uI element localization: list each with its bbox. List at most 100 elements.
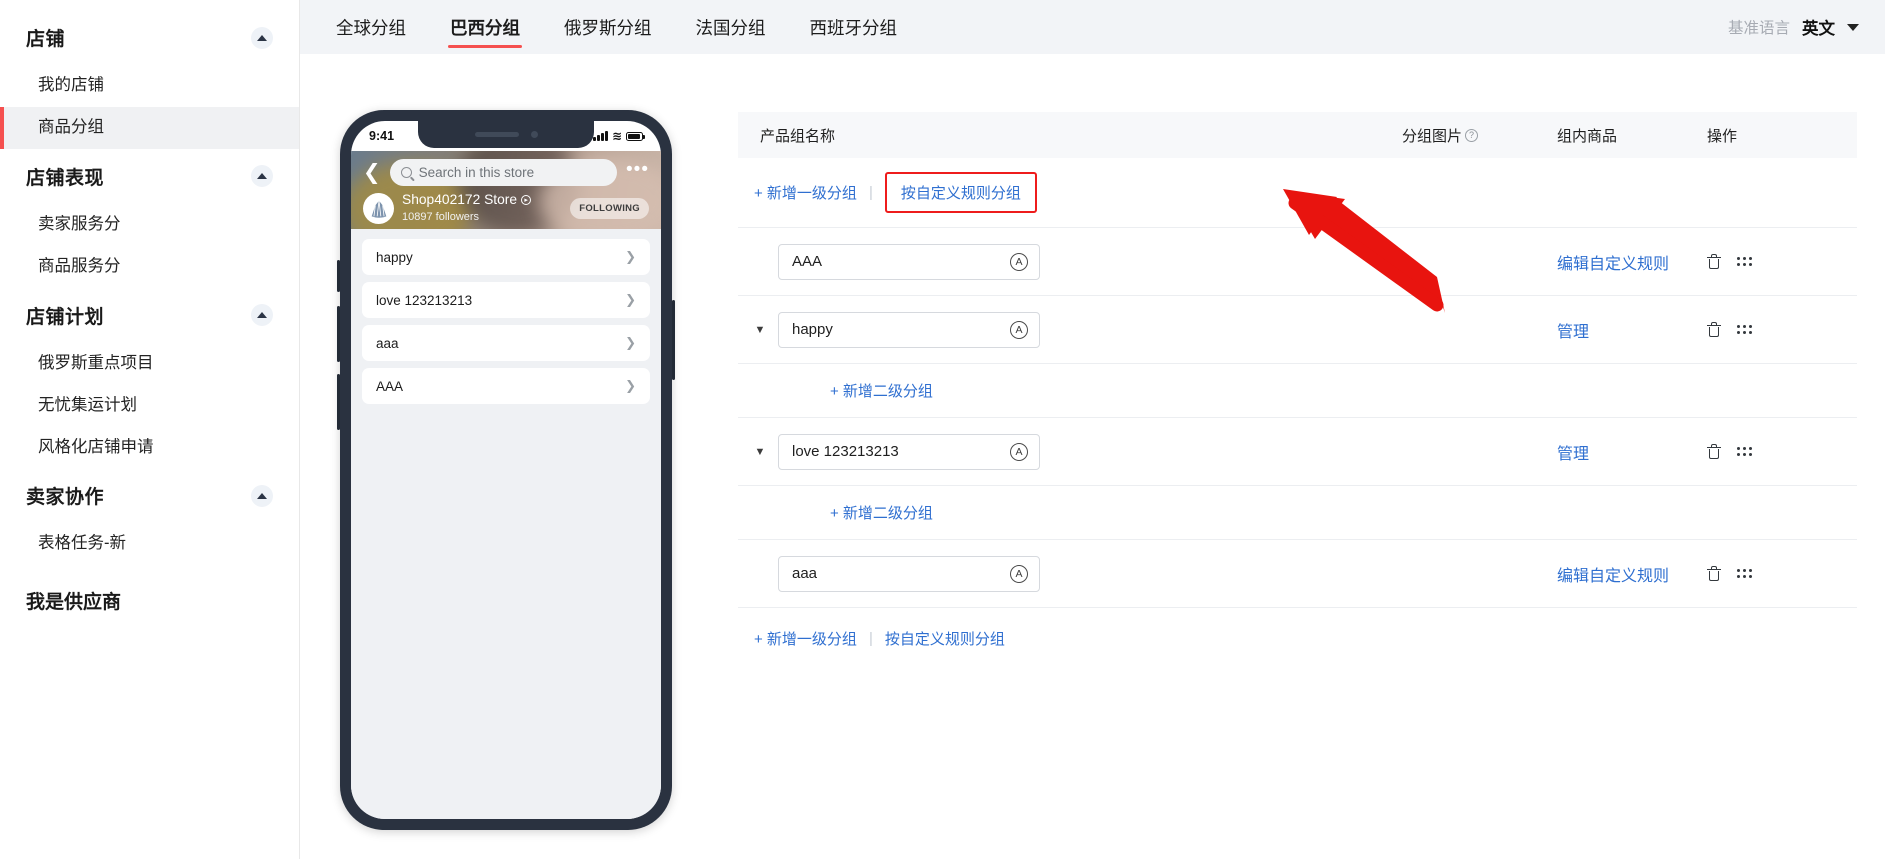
sub-add-row: + 新增二级分组 [738, 363, 1857, 417]
more-dots-icon[interactable]: ••• [626, 160, 649, 180]
group-name-input[interactable]: love 123213213 A [778, 433, 1040, 470]
custom-rule-group-link-top[interactable]: 按自定义规则分组 [901, 185, 1021, 202]
caret-up-icon[interactable] [251, 304, 273, 327]
language-selector[interactable]: 基准语言 英文 [1728, 15, 1859, 39]
sidebar-group-header[interactable]: 店铺 [0, 10, 299, 65]
add-level1-group-link-top[interactable]: + 新增一级分组 [754, 182, 857, 203]
tab-global[interactable]: 全球分组 [314, 0, 428, 54]
drag-handle-icon[interactable] [1737, 447, 1752, 456]
row-name-cell: ▼ happy A [738, 311, 1402, 348]
tab-spain[interactable]: 西班牙分组 [788, 0, 920, 54]
content-area: 9:41 ≋ ❮ Search in this store ••• Shop40… [300, 54, 1885, 859]
list-item[interactable]: aaa ❯ [362, 325, 650, 361]
question-mark-icon[interactable]: ? [1465, 128, 1479, 142]
camera-icon [530, 131, 538, 138]
list-item[interactable]: AAA ❯ [362, 368, 650, 404]
store-followers: 10897 followers [402, 211, 480, 223]
info-icon[interactable]: ▸ [521, 194, 532, 205]
translate-badge-icon[interactable]: A [1010, 442, 1028, 461]
group-name-value: happy [792, 321, 833, 338]
sidebar-item-form-task-new[interactable]: 表格任务-新 [0, 523, 299, 565]
sub-add-row: + 新增二级分组 [738, 485, 1857, 539]
store-meta: Shop402172 Store ▸ 10897 followers [402, 192, 562, 225]
custom-rule-group-highlight-box: 按自定义规则分组 [884, 172, 1037, 213]
drag-handle-icon[interactable] [1737, 325, 1752, 334]
list-item[interactable]: love 123213213 ❯ [362, 282, 650, 318]
sidebar-group-title: 卖家协作 [26, 487, 105, 509]
expand-toggle[interactable]: ▼ [750, 324, 770, 336]
column-header-image: 分组图片 ? [1402, 125, 1557, 146]
store-identity-row: Shop402172 Store ▸ 10897 followers FOLLO… [351, 186, 661, 225]
sidebar-item-product-group[interactable]: 商品分组 [0, 106, 299, 149]
store-name-row: Shop402172 Store ▸ [402, 192, 562, 207]
back-chevron-icon[interactable]: ❮ [363, 162, 381, 183]
sidebar-item-russia-project[interactable]: 俄罗斯重点项目 [0, 343, 299, 385]
group-name-input[interactable]: happy A [778, 311, 1040, 348]
sidebar-item-product-score[interactable]: 商品服务分 [0, 246, 299, 288]
wifi-icon: ≋ [611, 129, 622, 143]
drag-handle-icon[interactable] [1737, 257, 1752, 266]
row-ops-cell [1707, 322, 1857, 337]
row-action-link[interactable]: 编辑自定义规则 [1557, 568, 1669, 585]
phone-preview-column: 9:41 ≋ ❮ Search in this store ••• Shop40… [300, 54, 700, 859]
product-group-table: 产品组名称 分组图片 ? 组内商品 操作 + 新增一级分组 | 按自定义规则分组 [700, 54, 1885, 859]
sidebar-group-collaboration: 卖家协作 表格任务-新 [0, 468, 299, 565]
translate-badge-icon[interactable]: A [1010, 320, 1028, 339]
group-name-value: love 123213213 [792, 443, 899, 460]
tab-france[interactable]: 法国分组 [674, 0, 788, 54]
language-label: 基准语言 [1727, 20, 1790, 37]
group-name-input[interactable]: aaa A [778, 555, 1040, 592]
following-button[interactable]: FOLLOWING [570, 198, 649, 219]
list-item[interactable]: happy ❯ [362, 239, 650, 275]
sidebar-group-header[interactable]: 店铺计划 [0, 288, 299, 343]
trash-icon[interactable] [1707, 322, 1721, 337]
sidebar-item-consolidation-plan[interactable]: 无忧集运计划 [0, 385, 299, 427]
phone-screen: 9:41 ≋ ❮ Search in this store ••• Shop40… [351, 121, 661, 819]
top-bar: 全球分组 巴西分组 俄罗斯分组 法国分组 西班牙分组 基准语言 英文 [300, 0, 1885, 54]
add-level1-group-link-bottom[interactable]: + 新增一级分组 [754, 628, 857, 649]
row-goods-cell: 编辑自定义规则 [1557, 562, 1707, 586]
expand-toggle[interactable]: ▼ [750, 446, 770, 458]
row-action-link[interactable]: 管理 [1557, 324, 1589, 341]
main-pane: 全球分组 巴西分组 俄罗斯分组 法国分组 西班牙分组 基准语言 英文 9:41 … [300, 0, 1885, 859]
row-ops-cell [1707, 444, 1857, 459]
status-icons: ≋ [593, 129, 645, 143]
chevron-down-icon[interactable] [1847, 23, 1859, 31]
caret-up-icon[interactable] [251, 165, 273, 188]
sidebar-item-i-am-supplier[interactable]: 我是供应商 [0, 565, 299, 624]
sidebar-item-styled-shop-apply[interactable]: 风格化店铺申请 [0, 427, 299, 469]
store-avatar-icon [363, 193, 394, 224]
sidebar-item-my-shop[interactable]: 我的店铺 [0, 65, 299, 107]
add-level2-group-link[interactable]: + 新增二级分组 [830, 505, 933, 522]
tab-brazil[interactable]: 巴西分组 [428, 0, 542, 54]
add-level2-group-link[interactable]: + 新增二级分组 [830, 383, 933, 400]
sidebar-group-header[interactable]: 店铺表现 [0, 149, 299, 204]
row-action-link[interactable]: 编辑自定义规则 [1557, 256, 1669, 273]
table-row: AAA A 编辑自定义规则 [738, 227, 1857, 295]
sidebar-group-header[interactable]: 卖家协作 [0, 468, 299, 523]
chevron-right-icon: ❯ [625, 292, 636, 307]
search-placeholder: Search in this store [418, 165, 535, 180]
group-name-input[interactable]: AAA A [778, 243, 1040, 280]
store-search-row: ❮ Search in this store ••• [351, 151, 661, 186]
translate-badge-icon[interactable]: A [1010, 252, 1028, 271]
sidebar-item-seller-score[interactable]: 卖家服务分 [0, 204, 299, 246]
action-separator: | [868, 630, 873, 647]
caret-up-icon[interactable] [251, 484, 273, 507]
category-label: love 123213213 [376, 292, 473, 308]
row-goods-cell: 管理 [1557, 440, 1707, 464]
row-action-link[interactable]: 管理 [1557, 446, 1589, 463]
custom-rule-group-link-bottom[interactable]: 按自定义规则分组 [885, 628, 1005, 649]
tab-russia[interactable]: 俄罗斯分组 [542, 0, 674, 54]
caret-up-icon[interactable] [251, 26, 273, 49]
sidebar: 店铺 我的店铺 商品分组 店铺表现 卖家服务分 商品服务分 店铺计划 俄罗斯重点… [0, 0, 300, 859]
trash-icon[interactable] [1707, 254, 1721, 269]
sidebar-group-performance: 店铺表现 卖家服务分 商品服务分 [0, 149, 299, 288]
translate-badge-icon[interactable]: A [1010, 564, 1028, 583]
trash-icon[interactable] [1707, 566, 1721, 581]
drag-handle-icon[interactable] [1737, 569, 1752, 578]
store-hero-banner: ❮ Search in this store ••• Shop402172 St… [351, 151, 661, 229]
chevron-right-icon: ❯ [625, 249, 636, 264]
store-search-input[interactable]: Search in this store [389, 159, 618, 186]
trash-icon[interactable] [1707, 444, 1721, 459]
